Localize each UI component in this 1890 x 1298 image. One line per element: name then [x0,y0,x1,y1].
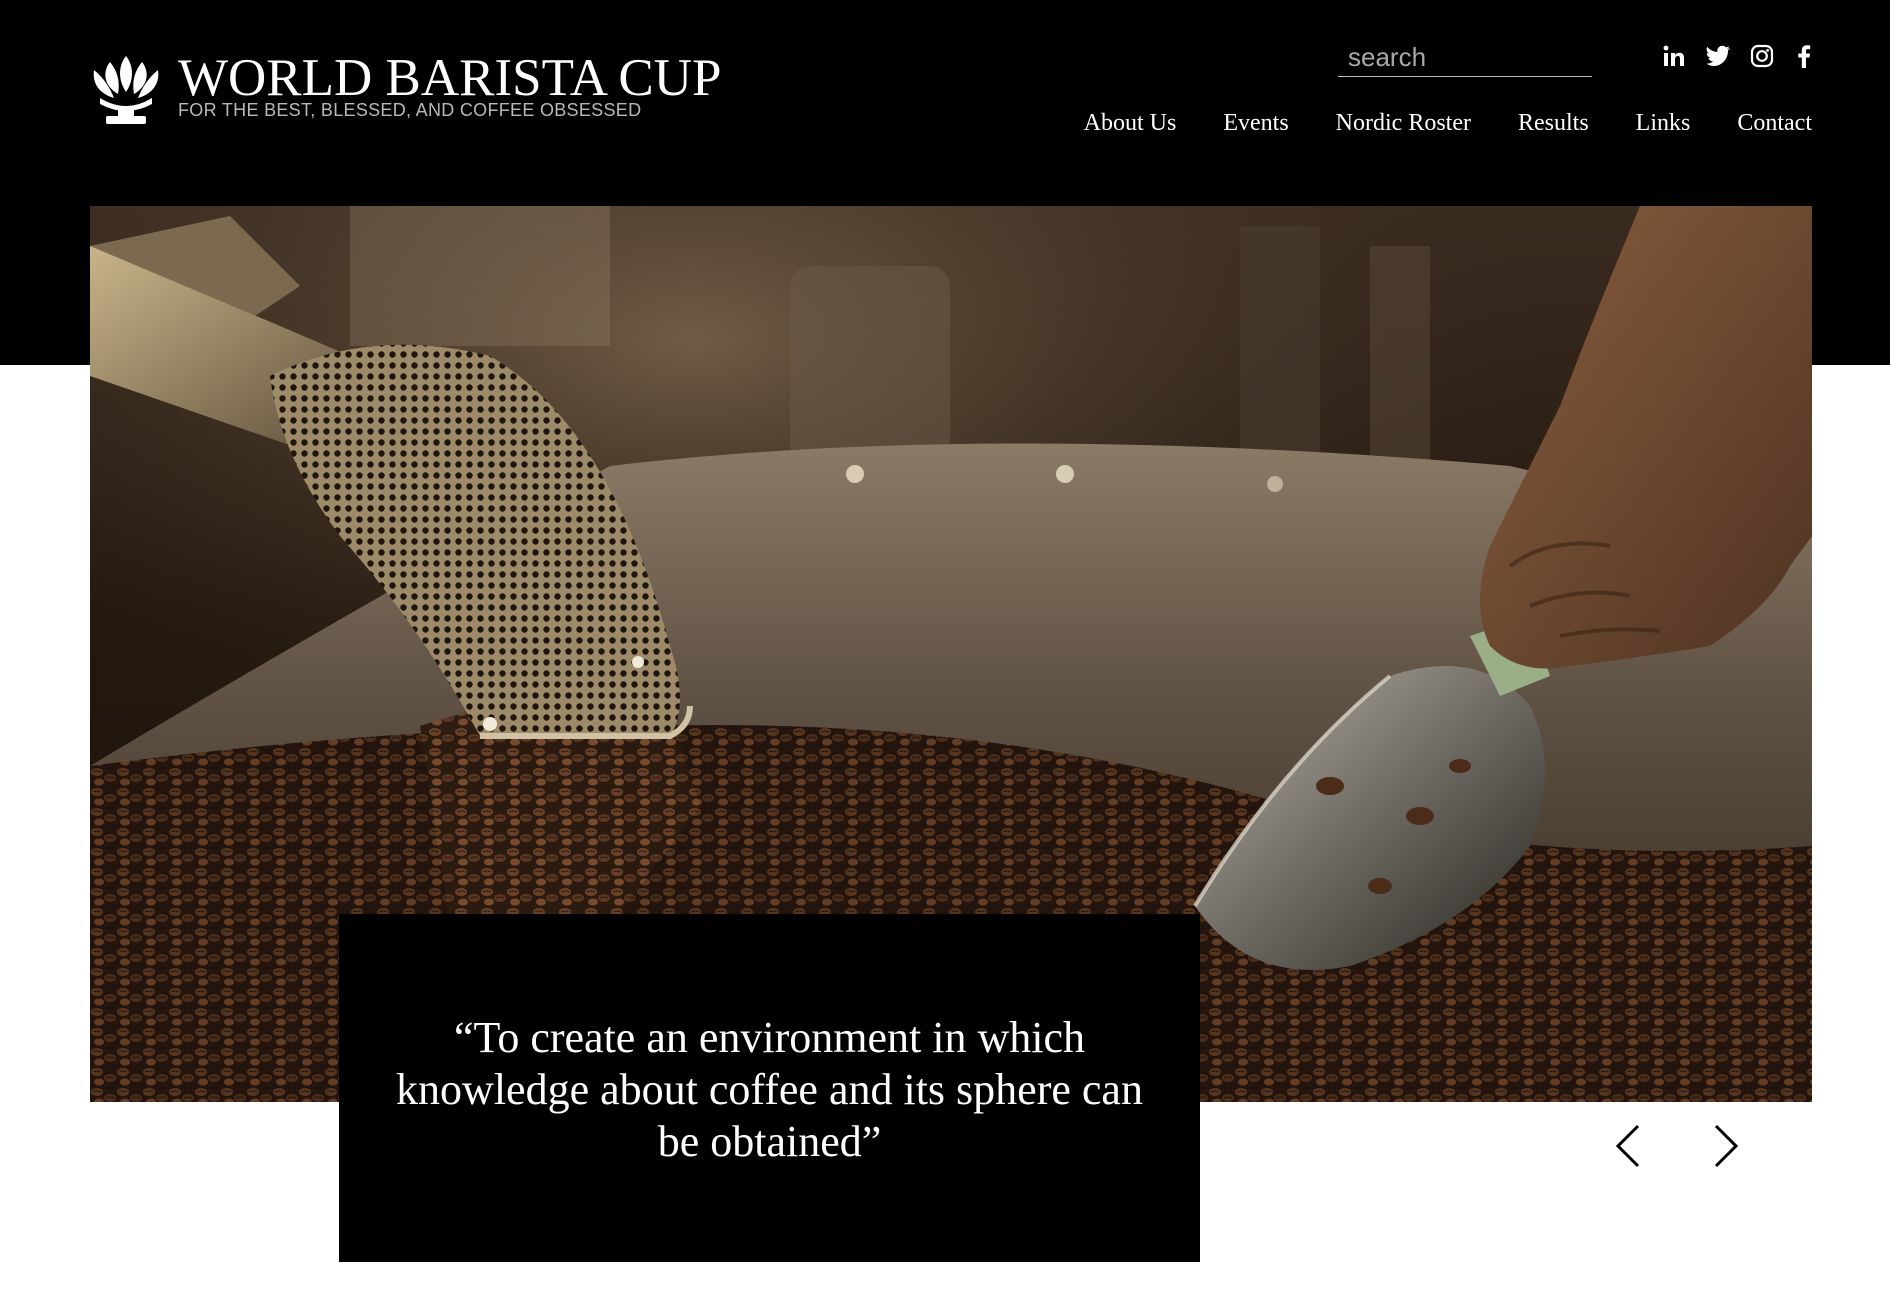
facebook-link[interactable] [1790,42,1818,70]
twitter-icon [1706,45,1730,66]
nav-results[interactable]: Results [1518,106,1589,140]
brand-title: WORLD BARISTA CUP [178,49,722,107]
facebook-icon [1798,45,1811,68]
nav-contact[interactable]: Contact [1737,106,1812,140]
twitter-link[interactable] [1704,42,1732,70]
chevron-left-icon[interactable] [1610,1122,1650,1170]
brand-tagline: FOR THE BEST, BLESSED, AND COFFEE OBSESS… [178,100,642,120]
nav-about-us[interactable]: About Us [1084,106,1177,140]
brand-logo[interactable]: WORLD BARISTA CUP FOR THE BEST, BLESSED,… [88,49,721,130]
main-nav: About Us Events Nordic Roster Results Li… [1084,106,1812,140]
nav-events[interactable]: Events [1223,106,1288,140]
quote-box: “To create an environment in which knowl… [339,914,1200,1262]
social-links [1660,42,1812,72]
chevron-right-icon[interactable] [1704,1122,1744,1170]
nav-nordic-roster[interactable]: Nordic Roster [1336,106,1471,140]
coffee-plant-icon [93,56,159,124]
search-input[interactable] [1348,39,1683,75]
instagram-link[interactable] [1748,42,1776,70]
search-bar [1338,38,1683,77]
nav-links[interactable]: Links [1636,106,1691,140]
linkedin-link[interactable] [1660,42,1688,70]
instagram-icon [1750,44,1774,68]
linkedin-icon [1663,45,1684,66]
hero-quote: “To create an environment in which knowl… [396,1013,1143,1166]
